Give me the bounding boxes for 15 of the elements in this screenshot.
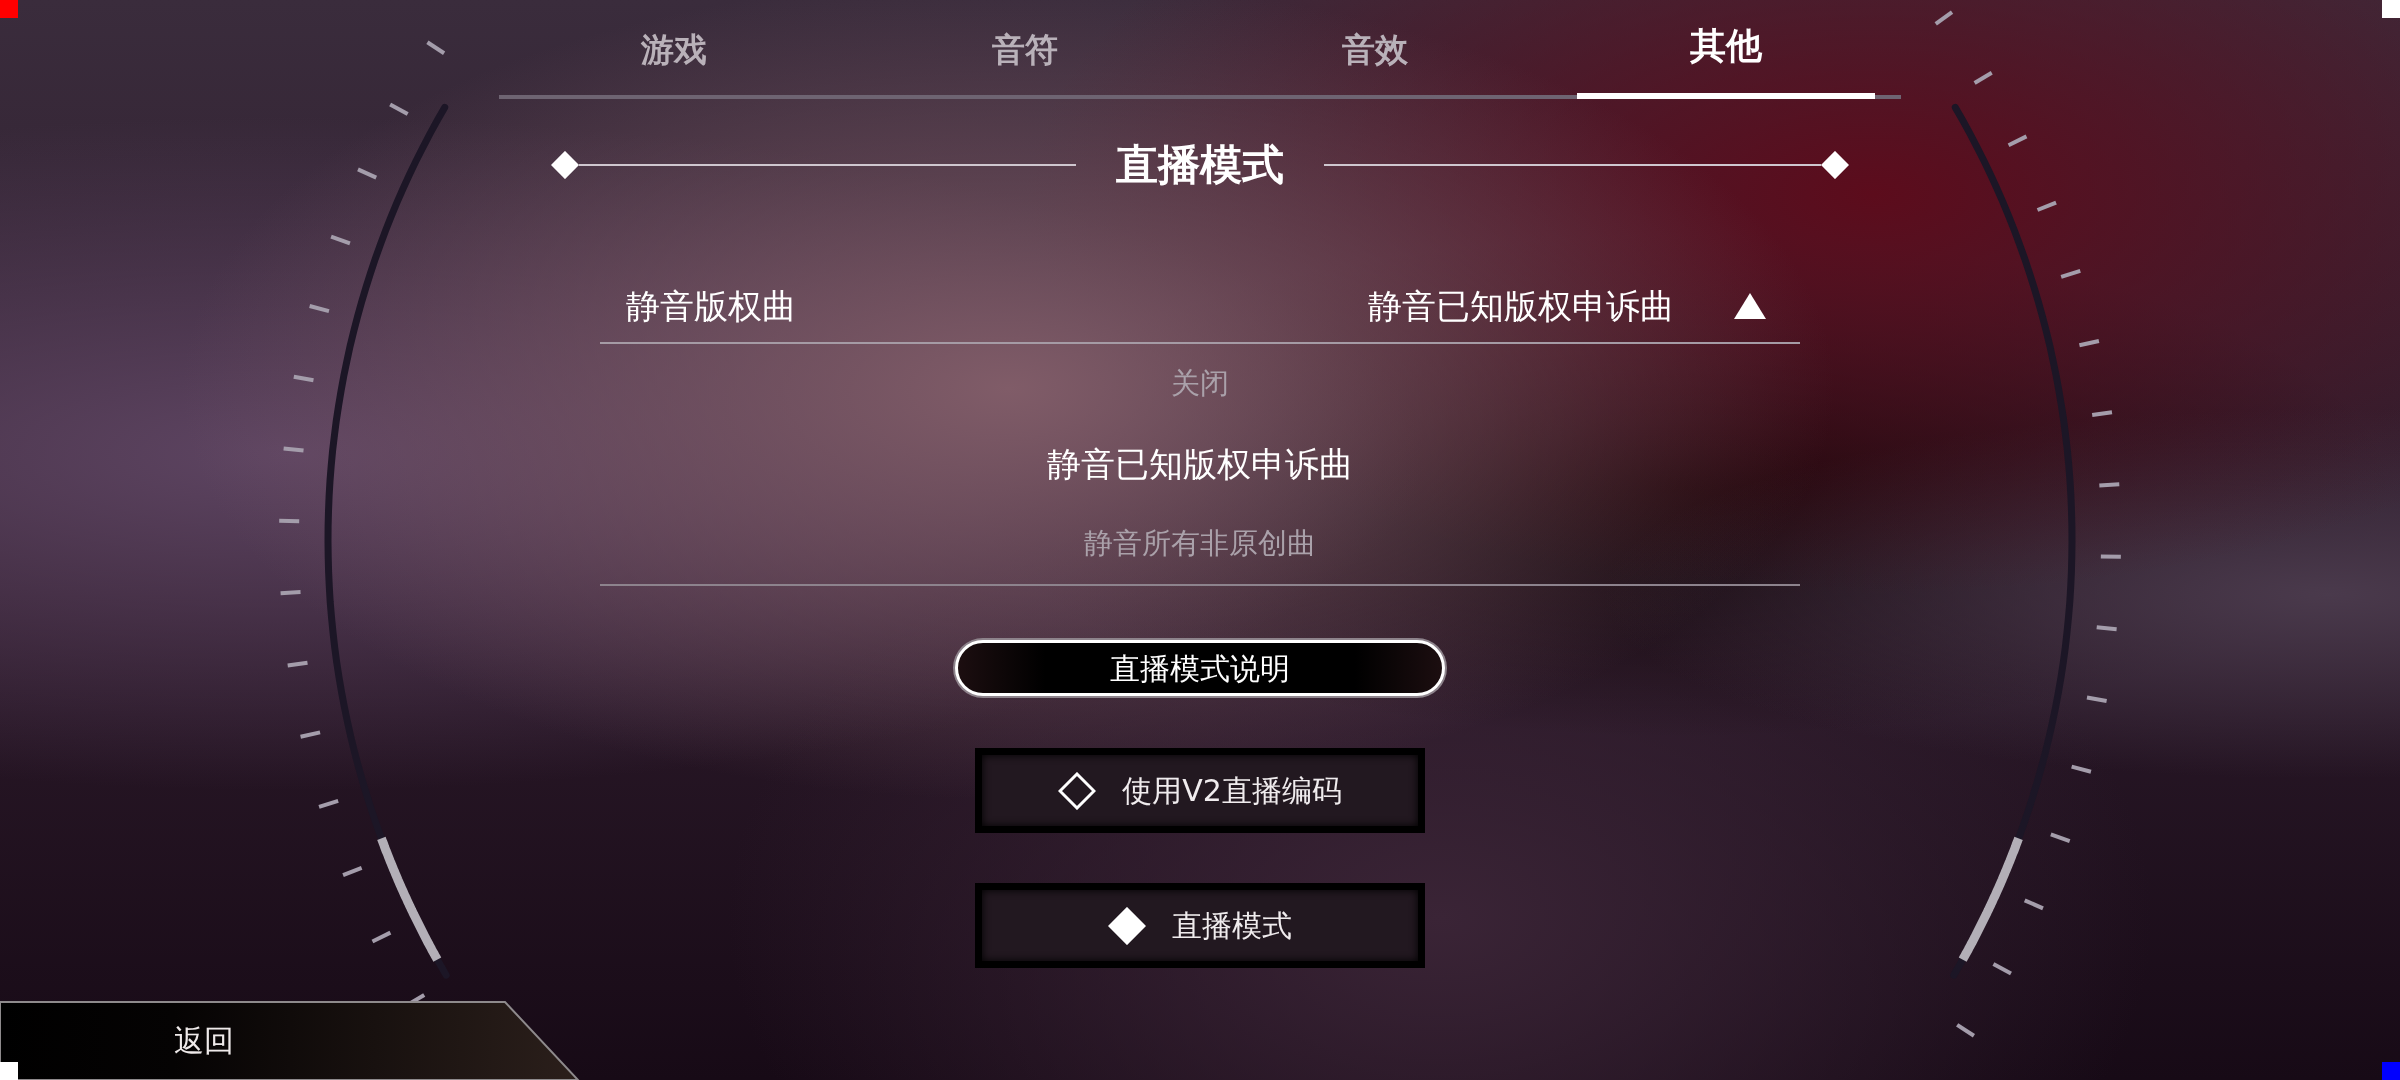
toggle-button[interactable]: 直播模式 xyxy=(975,883,1425,968)
diamond-icon xyxy=(1821,151,1849,179)
picker-option[interactable]: 静音已知版权申诉曲 xyxy=(1047,438,1353,490)
section-title: 直播模式 xyxy=(1116,140,1284,190)
info-button[interactable]: 直播模式说明 xyxy=(953,638,1447,698)
dropdown-button[interactable]: 静音已知版权申诉曲 xyxy=(1368,280,1800,332)
setting-label: 静音版权曲 xyxy=(625,284,796,328)
tab[interactable]: 其他 xyxy=(1550,0,1901,99)
picker-option[interactable]: 静音所有非原创曲 xyxy=(1084,522,1316,566)
tab[interactable]: 音效 xyxy=(1200,0,1551,99)
tab[interactable]: 音符 xyxy=(849,0,1200,99)
diamond-icon xyxy=(551,151,579,179)
back-button[interactable]: 返回 xyxy=(0,1001,580,1080)
toggle-button[interactable]: 使用V2直播编码 xyxy=(975,748,1425,833)
tab[interactable]: 游戏 xyxy=(499,0,850,99)
